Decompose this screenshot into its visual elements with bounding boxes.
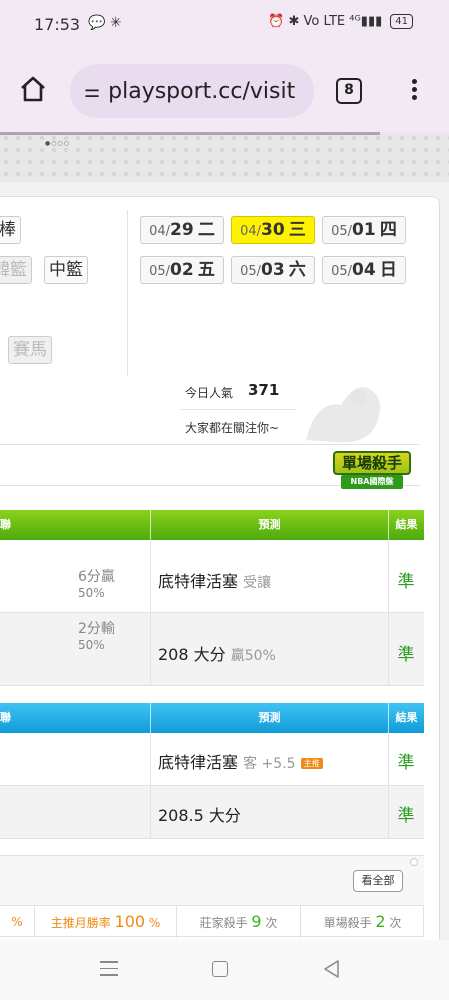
system-nav-bar <box>0 940 449 1000</box>
recent-apps-icon[interactable] <box>100 961 118 981</box>
prediction-cell: 底特律活塞 受讓 <box>158 572 272 591</box>
result-accurate: 準 <box>397 753 415 773</box>
popularity-label: 今日人氣 <box>185 386 234 400</box>
odds-cell: 6分贏 50% <box>78 569 115 600</box>
signal-icons: ⏰ ✱ Vo LTE ⁴ᴳ▮▮▮ <box>268 14 383 29</box>
stat-single-game-killer: 單場殺手 2 次 <box>300 906 424 938</box>
popularity-value: 371 <box>248 381 280 399</box>
more-menu-icon[interactable] <box>406 76 422 108</box>
table-row[interactable]: 2分輸 50% 208 大分 贏50% 準 <box>0 613 424 686</box>
badge-subtitle: NBA國際盤 <box>341 475 403 489</box>
record-summary: 看全部 % 主推月勝率 100 % 莊家殺手 9 次 單場殺手 2 次 <box>0 855 424 938</box>
status-time: 17:53 <box>34 15 81 34</box>
mascot-watermark-icon <box>306 387 380 443</box>
category-horse-racing[interactable]: 賽馬 <box>8 336 52 364</box>
prediction-table-1: 聯 預測 結果 6分贏 50% 底特律活塞 受讓 準 2分輸 50% 208 大… <box>0 510 424 686</box>
category-china-basketball[interactable]: 中籃 <box>44 256 88 284</box>
prediction-table-2: 聯 預測 結果 底特律活塞 客 +5.5 主推 準 208.5 大分 準 <box>0 703 424 839</box>
date-0502[interactable]: 05/02 五 <box>140 256 224 284</box>
category-korea-basketball[interactable]: 韓籃 <box>0 256 32 284</box>
stat-bookmaker-killer: 莊家殺手 9 次 <box>176 906 300 938</box>
result-accurate: 準 <box>397 645 415 665</box>
notification-icons: 💬 ✳ <box>88 15 122 31</box>
header-result: 結果 <box>388 510 424 540</box>
table-header: 聯 預測 結果 <box>0 510 424 540</box>
header-league: 聯 <box>0 711 11 724</box>
site-header-strip: ●○○○ <box>0 132 449 182</box>
header-result: 結果 <box>388 703 424 733</box>
table-row[interactable]: 底特律活塞 客 +5.5 主推 準 <box>0 733 424 786</box>
status-bar: 17:53 💬 ✳ ⏰ ✱ Vo LTE ⁴ᴳ▮▮▮ 41 <box>0 0 449 50</box>
date-0504[interactable]: 05/04 日 <box>322 256 406 284</box>
browser-toolbar: ⚌ playsport.cc/visit 8 <box>0 50 449 132</box>
column-divider <box>127 210 128 376</box>
system-icons: ⏰ ✱ Vo LTE ⁴ᴳ▮▮▮ 41 <box>268 14 413 29</box>
table-row[interactable]: 6分贏 50% 底特律活塞 受讓 準 <box>0 540 424 613</box>
home-nav-icon[interactable] <box>212 961 228 977</box>
popularity-note: 大家都在關注你~ <box>185 421 280 435</box>
summary-header: 看全部 <box>0 856 424 906</box>
prediction-cell: 底特律活塞 客 +5.5 主推 <box>158 749 323 773</box>
section-divider <box>0 444 420 445</box>
back-icon[interactable] <box>322 959 340 979</box>
date-0503[interactable]: 05/03 六 <box>231 256 315 284</box>
table-row[interactable]: 208.5 大分 準 <box>0 786 424 839</box>
address-bar[interactable]: ⚌ playsport.cc/visit <box>70 64 314 118</box>
home-icon[interactable] <box>18 74 48 104</box>
date-0501[interactable]: 05/01 四 <box>322 216 406 244</box>
odds-cell: 2分輸 50% <box>78 621 115 652</box>
main-pick-tag: 主推 <box>300 758 323 769</box>
prediction-cell: 208.5 大分 <box>158 806 241 825</box>
date-0430-selected[interactable]: 04/30 三 <box>231 216 315 244</box>
header-prediction: 預測 <box>150 510 388 540</box>
header-divider <box>0 132 380 135</box>
stat-win-rate: % <box>11 915 23 929</box>
corner-dot-icon <box>410 858 418 866</box>
view-all-button[interactable]: 看全部 <box>353 870 403 892</box>
single-game-killer-badge: 單場殺手 NBA國際盤 <box>325 447 417 493</box>
result-accurate: 準 <box>397 572 415 592</box>
stat-monthly-win-rate: 主推月勝率 100 % <box>34 906 176 938</box>
header-prediction: 預測 <box>150 703 388 733</box>
url-text: playsport.cc/visit <box>108 78 296 104</box>
result-accurate: 準 <box>397 806 415 826</box>
category-baseball[interactable]: 棒 <box>0 216 21 244</box>
carousel-dots: ●○○○ <box>45 140 70 147</box>
popularity-divider <box>180 409 296 410</box>
header-league: 聯 <box>0 518 11 531</box>
prediction-cell: 208 大分 贏50% <box>158 645 276 664</box>
site-settings-icon[interactable]: ⚌ <box>84 81 100 102</box>
battery-icon: 41 <box>390 14 413 29</box>
date-0429[interactable]: 04/29 二 <box>140 216 224 244</box>
table-header: 聯 預測 結果 <box>0 703 424 733</box>
tab-switcher-button[interactable]: 8 <box>336 78 362 104</box>
badge-title: 單場殺手 <box>333 451 411 475</box>
